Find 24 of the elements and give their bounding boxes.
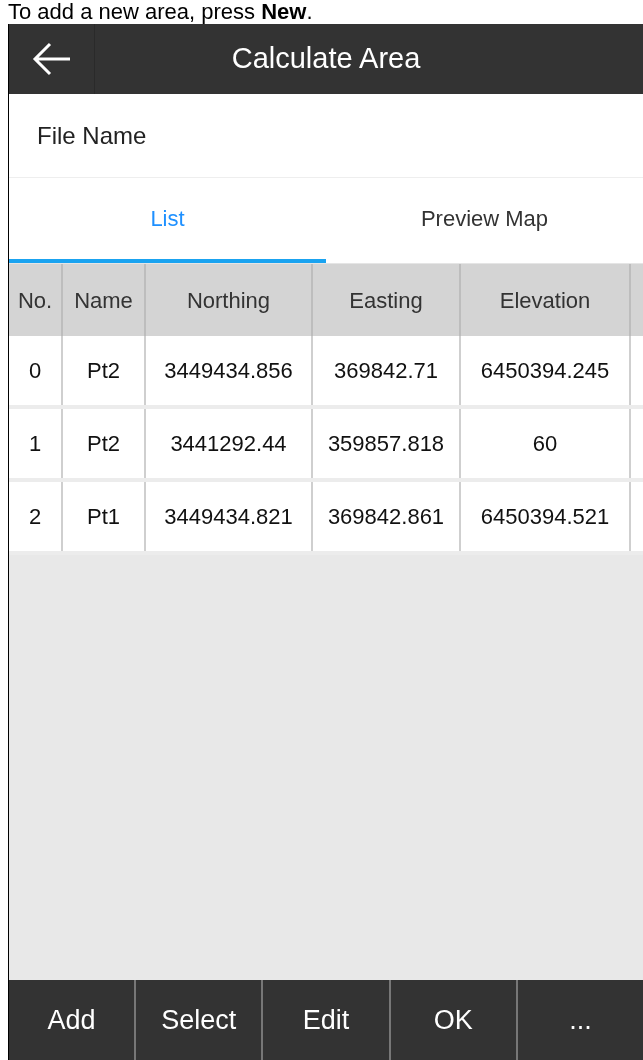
table-cell: 6450394.521 xyxy=(461,482,631,551)
toolbar-button[interactable]: OK xyxy=(390,980,518,1060)
table-cell: 3441292.44 xyxy=(146,409,313,478)
app-bar-title: Calculate Area xyxy=(230,41,422,77)
table-cell: 2 xyxy=(9,482,63,551)
toolbar-button[interactable]: Add xyxy=(9,980,137,1060)
table-cell: 369842.861 xyxy=(313,482,461,551)
table-cell: 60 xyxy=(461,409,631,478)
table-cell: 0 xyxy=(9,336,63,405)
table-cell: 3449434.856 xyxy=(146,336,313,405)
table-cell: 369842.71 xyxy=(313,336,461,405)
table-cell: 1 xyxy=(9,409,63,478)
caption: To add a new area, press New. xyxy=(7,0,314,24)
table-cell: Pt2 xyxy=(63,336,146,405)
table-cell: 6450394.245 xyxy=(461,336,631,405)
toolbar-button[interactable]: Select xyxy=(136,980,264,1060)
table-cell: Pt2 xyxy=(63,409,146,478)
table-cell: 3449434.821 xyxy=(146,482,313,551)
tab[interactable]: Preview Map xyxy=(326,178,643,263)
toolbar-button[interactable]: ... xyxy=(517,980,643,1060)
table-cell: Pt1 xyxy=(63,482,146,551)
file-name-field[interactable]: File Name xyxy=(9,94,643,178)
toolbar-button[interactable]: Edit xyxy=(263,980,391,1060)
table-cell: 359857.818 xyxy=(313,409,461,478)
